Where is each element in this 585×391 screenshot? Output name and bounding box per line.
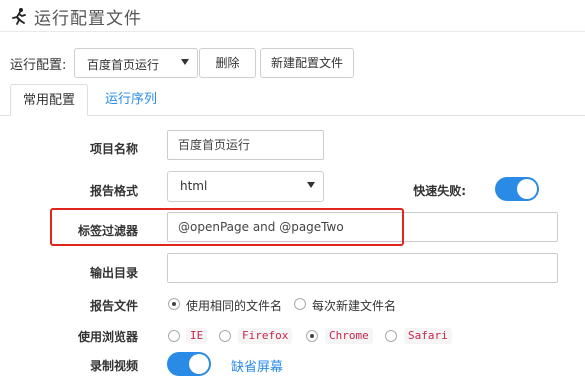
record-video-toggle[interactable] xyxy=(167,352,211,376)
browser-label: 使用浏览器 xyxy=(77,330,138,344)
radio-safari-label: Safari xyxy=(404,328,452,344)
radio-same-filename-label: 使用相同的文件名 xyxy=(186,299,283,313)
radio-firefox-label: Firefox xyxy=(238,328,293,344)
record-video-label: 录制视频 xyxy=(89,359,138,373)
report-file-label: 报告文件 xyxy=(89,299,138,313)
default-screen-link[interactable]: 缺省屏幕 xyxy=(231,356,283,375)
radio-safari[interactable] xyxy=(385,330,397,342)
new-config-button[interactable]: 新建配置文件 xyxy=(260,48,354,78)
tab-bar: 常用配置 运行序列 xyxy=(0,84,585,116)
run-config-select-value: 百度首页运行 xyxy=(87,58,160,72)
running-person-icon xyxy=(12,8,26,25)
run-config-select[interactable]: 百度首页运行 xyxy=(74,48,198,78)
chevron-down-icon xyxy=(307,182,315,188)
window-title: 运行配置文件 xyxy=(34,9,142,29)
report-format-label: 报告格式 xyxy=(89,184,138,198)
radio-ie[interactable] xyxy=(168,330,180,342)
delete-button[interactable]: 删除 xyxy=(199,48,256,78)
output-dir-input[interactable] xyxy=(167,253,558,283)
radio-new-filename-label: 每次新建文件名 xyxy=(312,299,397,313)
run-config-label: 运行配置: xyxy=(10,58,67,73)
chevron-down-icon xyxy=(181,59,189,65)
report-format-value: html xyxy=(180,179,208,193)
tab-run-sequence[interactable]: 运行序列 xyxy=(100,84,162,116)
fast-fail-label: 快速失败: xyxy=(413,184,466,198)
title-bar: 运行配置文件 xyxy=(0,0,585,32)
radio-chrome[interactable] xyxy=(306,330,318,342)
report-format-select[interactable]: html xyxy=(167,171,324,202)
toggle-knob xyxy=(517,179,537,199)
project-name-label: 项目名称 xyxy=(89,142,138,156)
radio-same-filename[interactable] xyxy=(168,298,180,310)
toggle-knob xyxy=(189,354,209,374)
radio-ie-label: IE xyxy=(186,328,208,344)
tab-common-config[interactable]: 常用配置 xyxy=(10,84,88,116)
output-dir-label: 输出目录 xyxy=(89,266,138,280)
project-name-input[interactable]: 百度首页运行 xyxy=(167,130,324,160)
highlight-box xyxy=(50,208,404,246)
toolbar: 运行配置: 百度首页运行 删除 新建配置文件 xyxy=(10,48,570,78)
fast-fail-toggle[interactable] xyxy=(495,177,539,201)
radio-firefox[interactable] xyxy=(219,330,231,342)
radio-new-filename[interactable] xyxy=(294,298,306,310)
radio-chrome-label: Chrome xyxy=(325,328,373,344)
